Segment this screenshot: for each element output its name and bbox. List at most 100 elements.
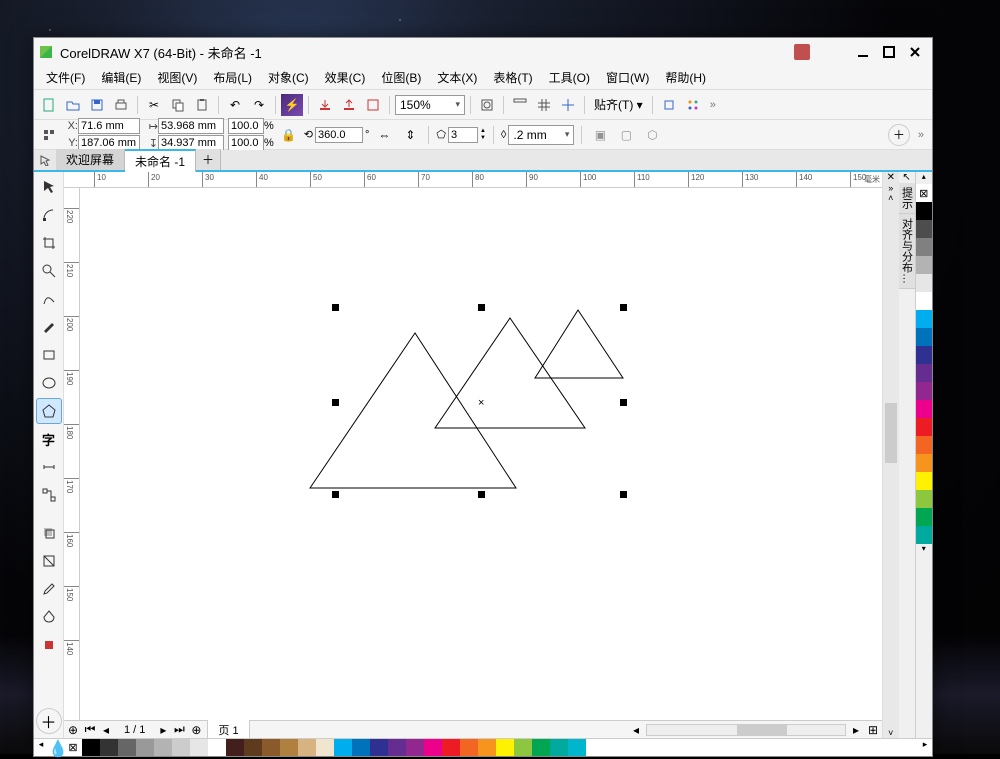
sides-spinner[interactable]: ▲▼	[480, 128, 486, 142]
quick-customize-button[interactable]: ＋	[888, 124, 910, 146]
color-swatch[interactable]	[496, 739, 514, 756]
toolbar-overflow-icon[interactable]: »	[706, 99, 720, 111]
color-swatch[interactable]	[916, 346, 932, 364]
color-eyedropper-tool[interactable]	[36, 576, 62, 602]
selection-handle[interactable]	[478, 304, 485, 311]
scale-x-input[interactable]	[228, 118, 264, 134]
color-swatch[interactable]	[460, 739, 478, 756]
parallel-dimension-tool[interactable]	[36, 454, 62, 480]
menu-edit[interactable]: 编辑(E)	[93, 67, 149, 88]
publish-pdf-button[interactable]	[362, 94, 384, 116]
color-swatch[interactable]	[208, 739, 226, 756]
cut-button[interactable]: ✂	[143, 94, 165, 116]
color-swatch[interactable]	[514, 739, 532, 756]
color-swatch[interactable]	[352, 739, 370, 756]
selection-handle[interactable]	[620, 304, 627, 311]
ellipse-tool[interactable]	[36, 370, 62, 396]
new-button[interactable]	[38, 94, 60, 116]
close-button[interactable]	[902, 39, 928, 65]
horizontal-ruler[interactable]: 102030405060708090100110120130140150毫米	[64, 172, 882, 188]
color-swatch[interactable]	[916, 526, 932, 544]
color-swatch[interactable]	[424, 739, 442, 756]
user-badge-icon[interactable]	[794, 44, 810, 60]
smart-fill-tool[interactable]	[36, 632, 62, 658]
color-swatch[interactable]	[916, 454, 932, 472]
mirror-v-button[interactable]: ⇕	[399, 124, 421, 146]
hscroll-left-button[interactable]: ◂	[630, 719, 642, 739]
paste-button[interactable]	[191, 94, 213, 116]
color-swatch[interactable]	[916, 274, 932, 292]
shape-tool[interactable]	[36, 202, 62, 228]
propbar-overflow-icon[interactable]: »	[914, 129, 928, 141]
presets-button[interactable]	[38, 124, 60, 146]
export-button[interactable]	[338, 94, 360, 116]
undo-button[interactable]: ↶	[224, 94, 246, 116]
tab-document[interactable]: 未命名 -1	[125, 149, 196, 172]
interactive-fill-tool[interactable]	[36, 604, 62, 630]
next-page-button[interactable]: ▸	[157, 719, 169, 739]
pick-tool-indicator-icon[interactable]	[34, 150, 56, 170]
artistic-media-tool[interactable]	[36, 314, 62, 340]
to-front-button[interactable]: ▣	[589, 124, 611, 146]
palette-up-icon[interactable]: ▴	[916, 172, 932, 184]
scale-y-input[interactable]	[228, 135, 264, 151]
selection-handle[interactable]	[478, 491, 485, 498]
transparency-tool[interactable]	[36, 548, 62, 574]
zoom-combo[interactable]: 150%	[395, 95, 465, 115]
menu-tools[interactable]: 工具(O)	[541, 67, 598, 88]
color-swatch[interactable]	[916, 202, 932, 220]
last-page-button[interactable]: ⏭	[173, 719, 185, 739]
toolbox-customize-button[interactable]: ＋	[36, 708, 62, 734]
close-docker-icon[interactable]: ✕	[883, 172, 899, 183]
navigator-button[interactable]: ⊞	[866, 719, 880, 739]
options-button[interactable]	[658, 94, 680, 116]
vertical-ruler[interactable]: 220210200190180170160150140	[64, 188, 80, 720]
menu-help[interactable]: 帮助(H)	[657, 67, 714, 88]
lock-ratio-button[interactable]: 🔒	[278, 124, 300, 146]
color-swatch[interactable]	[550, 739, 568, 756]
copy-button[interactable]	[167, 94, 189, 116]
color-swatch[interactable]	[916, 472, 932, 490]
convert-curves-button[interactable]: ⬡	[641, 124, 663, 146]
no-color-swatch[interactable]: ⊠	[916, 184, 932, 202]
drawing-canvas[interactable]: ×	[80, 188, 882, 720]
color-swatch[interactable]	[172, 739, 190, 756]
mirror-h-button[interactable]: ⇔	[373, 124, 395, 146]
rotation-input[interactable]	[315, 127, 363, 143]
text-tool[interactable]: 字	[36, 426, 62, 452]
color-swatch[interactable]	[370, 739, 388, 756]
print-button[interactable]	[110, 94, 132, 116]
color-swatch[interactable]	[226, 739, 244, 756]
redo-button[interactable]: ↷	[248, 94, 270, 116]
pick-tool[interactable]	[36, 174, 62, 200]
new-tab-button[interactable]: ＋	[196, 149, 221, 170]
color-swatch[interactable]	[334, 739, 352, 756]
hscroll-right-button[interactable]: ▸	[850, 719, 862, 739]
cursor-hint-icon[interactable]: ↖	[899, 172, 915, 183]
color-swatch[interactable]	[568, 739, 586, 756]
eyedropper-swatch-icon[interactable]: 💧	[48, 739, 64, 756]
docker-align[interactable]: 对齐与分布…	[899, 214, 915, 289]
color-swatch[interactable]	[298, 739, 316, 756]
search-content-button[interactable]: ⚡	[281, 94, 303, 116]
color-swatch[interactable]	[916, 436, 932, 454]
drop-shadow-tool[interactable]	[36, 520, 62, 546]
horizontal-scrollbar[interactable]	[646, 724, 846, 736]
color-swatch[interactable]	[82, 739, 100, 756]
connector-tool[interactable]	[36, 482, 62, 508]
open-button[interactable]	[62, 94, 84, 116]
to-back-button[interactable]: ▢	[615, 124, 637, 146]
first-page-button[interactable]: ⏮	[84, 719, 96, 739]
freehand-tool[interactable]	[36, 286, 62, 312]
minimize-button[interactable]	[850, 39, 876, 65]
app-launcher-button[interactable]	[682, 94, 704, 116]
selection-handle[interactable]	[620, 399, 627, 406]
page-tab[interactable]: 页 1	[207, 719, 249, 739]
fullscreen-preview-button[interactable]	[476, 94, 498, 116]
crop-tool[interactable]	[36, 230, 62, 256]
prev-page-button[interactable]: ◂	[100, 719, 112, 739]
menu-object[interactable]: 对象(C)	[260, 67, 317, 88]
show-grid-button[interactable]	[533, 94, 555, 116]
vscroll-down-icon[interactable]: ˅	[883, 728, 899, 738]
color-swatch[interactable]	[916, 328, 932, 346]
